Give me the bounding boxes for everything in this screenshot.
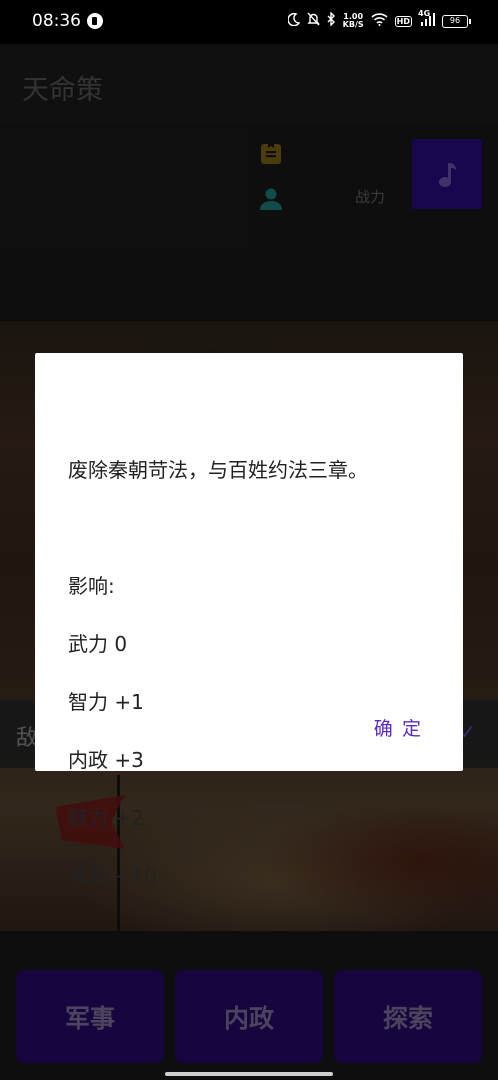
dialog-message: 废除秦朝苛法，与百姓约法三章。 (68, 458, 368, 482)
impact-title: 影响: (68, 574, 115, 598)
confirm-button[interactable]: 确 定 (374, 714, 423, 741)
status-time: 08:36 (32, 11, 81, 31)
effect-politics: 内政 +3 (68, 748, 144, 772)
hd-badge: HD (394, 15, 412, 27)
home-indicator[interactable] (165, 1072, 333, 1076)
wifi-icon (371, 12, 388, 30)
bell-off-icon (306, 12, 320, 30)
signal-label: 4G (418, 8, 431, 18)
app-icon (87, 13, 103, 29)
dialog-body: 废除秦朝苛法，与百姓约法三章。 影响: 武力 0 智力 +1 内政 +3 魅力 … (68, 427, 438, 920)
effect-force: 武力 0 (68, 632, 128, 656)
effect-provisions: 粮草 +10 (68, 864, 157, 888)
screen: 08:36 1.00 KB/S HD 4G 96 天命策 战力 敌 ✓ 军事 内… (0, 0, 498, 1080)
effect-charisma: 魅力 +2 (68, 806, 144, 830)
status-icons: 1.00 KB/S HD 4G 96 (286, 9, 471, 30)
event-dialog: 废除秦朝苛法，与百姓约法三章。 影响: 武力 0 智力 +1 内政 +3 魅力 … (35, 353, 463, 888)
network-speed: 1.00 KB/S (342, 12, 364, 29)
signal-icon: 4G (418, 9, 435, 30)
status-bar: 08:36 1.00 KB/S HD 4G 96 (0, 0, 498, 44)
battery-icon: 96 (442, 14, 471, 28)
bluetooth-icon (327, 11, 336, 30)
dialog-spacer (68, 514, 438, 543)
moon-icon (286, 12, 301, 30)
effect-intellect: 智力 +1 (68, 690, 144, 714)
